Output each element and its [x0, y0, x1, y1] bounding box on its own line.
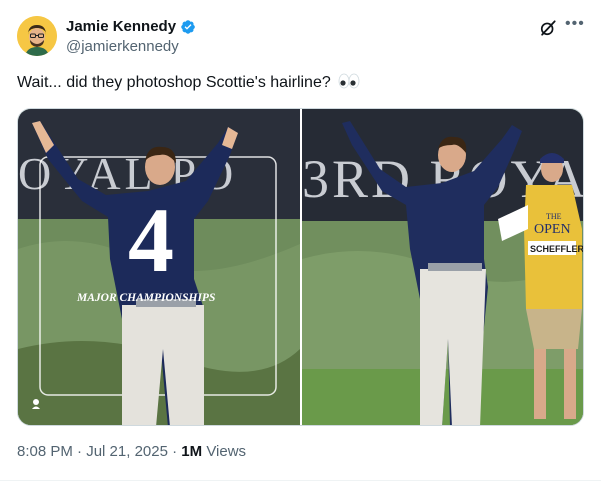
views-label: Views	[206, 443, 247, 460]
grok-icon[interactable]	[538, 18, 558, 38]
tweet-date[interactable]: Jul 21, 2025	[86, 443, 168, 460]
meta-separator: ·	[172, 443, 182, 460]
user-handle[interactable]: @jamierkennedy	[66, 38, 179, 55]
left-overlay-caption: MAJOR CHAMPIONSHIPS	[76, 292, 215, 304]
tweet-body: Wait... did they photoshop Scottie's hai…	[17, 74, 331, 91]
more-options-icon[interactable]: •••	[565, 14, 585, 34]
left-overlay-number: 4	[128, 189, 174, 291]
avatar-face-icon	[17, 16, 57, 56]
meta-separator: ·	[77, 443, 87, 460]
views-count: 1M	[181, 443, 203, 460]
avatar[interactable]	[17, 16, 57, 56]
media-grid[interactable]: OYAL PO 4 MAJOR CHAMPIONSHIPS 3RD ROYA T…	[17, 108, 584, 426]
caddie-name: SCHEFFLER	[530, 244, 584, 254]
display-name-row[interactable]: Jamie Kennedy	[66, 18, 196, 35]
right-photo[interactable]: 3RD ROYA THE OPEN SCHEFFLER	[302, 109, 584, 426]
alt-person-icon	[33, 399, 39, 405]
left-photo[interactable]: OYAL PO 4 MAJOR CHAMPIONSHIPS	[18, 109, 300, 426]
tweet-meta: 8:08 PM · Jul 21, 2025 · 1M Views	[17, 443, 246, 460]
tweet-time[interactable]: 8:08 PM	[17, 443, 73, 460]
caddie-bib-line2: OPEN	[534, 222, 571, 237]
tweet-text: Wait... did they photoshop Scottie's hai…	[17, 72, 360, 94]
eyes-emoji-icon	[338, 73, 360, 89]
verified-badge-icon	[181, 19, 195, 34]
tweet-header: Jamie Kennedy @jamierkennedy •••	[17, 14, 585, 58]
caddie-bib-line1: THE	[546, 212, 562, 221]
display-name[interactable]: Jamie Kennedy	[66, 18, 176, 35]
bottom-divider	[0, 480, 601, 481]
